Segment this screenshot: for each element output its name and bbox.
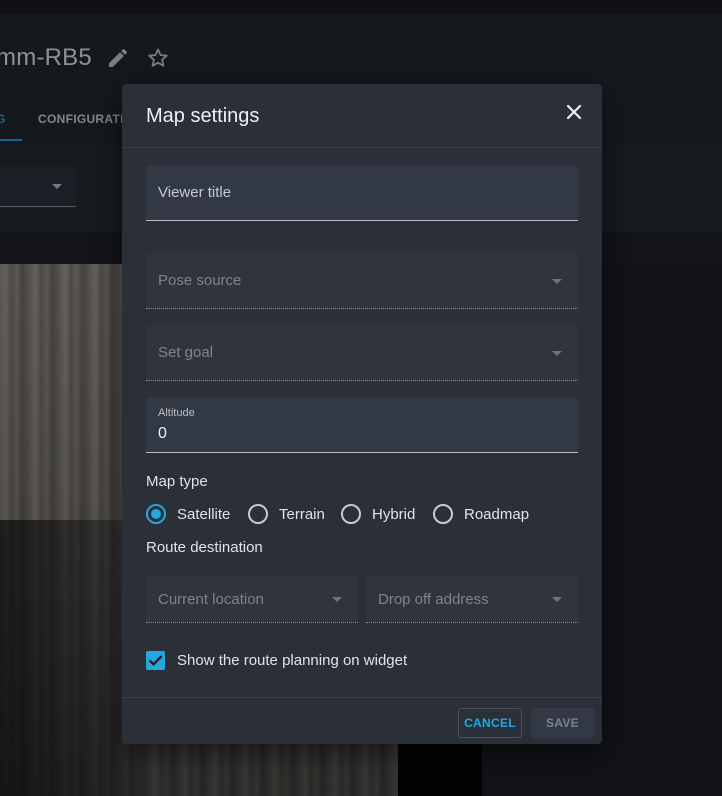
radio-checked-icon <box>146 504 166 524</box>
checkbox-checked-icon <box>146 650 165 670</box>
chevron-down-icon <box>552 279 562 284</box>
radio-hybrid-label: Hybrid <box>372 505 416 523</box>
radio-roadmap-label: Roadmap <box>464 505 530 523</box>
viewer-title-input[interactable]: Viewer title <box>146 165 578 221</box>
chevron-down-icon <box>552 351 562 356</box>
viewer-title-placeholder: Viewer title <box>158 184 232 201</box>
current-location-placeholder: Current location <box>158 591 264 608</box>
close-icon[interactable] <box>562 100 586 124</box>
chevron-down-icon <box>332 597 342 602</box>
radio-roadmap[interactable]: Roadmap <box>433 502 529 526</box>
chevron-down-icon <box>552 597 562 602</box>
current-location-select[interactable]: Current location <box>146 575 358 623</box>
radio-hybrid[interactable]: Hybrid <box>341 502 415 526</box>
radio-unchecked-icon <box>341 504 361 524</box>
map-type-label: Map type <box>146 473 208 490</box>
cancel-button[interactable]: CANCEL <box>458 708 522 738</box>
radio-unchecked-icon <box>433 504 453 524</box>
radio-satellite-label: Satellite <box>177 505 231 523</box>
save-button[interactable]: SAVE <box>531 708 594 738</box>
radio-satellite[interactable]: Satellite <box>146 502 230 526</box>
pose-source-select[interactable]: Pose source <box>146 253 578 309</box>
drop-off-address-select[interactable]: Drop off address <box>366 575 578 623</box>
checkmark-icon <box>148 655 163 665</box>
altitude-label: Altitude <box>158 407 195 419</box>
radio-terrain[interactable]: Terrain <box>248 502 325 526</box>
set-goal-placeholder: Set goal <box>158 344 214 361</box>
dialog-header: Map settings <box>122 84 602 148</box>
map-settings-dialog: Map settings Viewer title Pose source Se… <box>122 84 602 744</box>
dialog-title: Map settings <box>146 105 260 127</box>
show-route-label: Show the route planning on widget <box>177 651 408 669</box>
dialog-footer: CANCEL SAVE <box>122 697 602 744</box>
show-route-checkbox[interactable]: Show the route planning on widget <box>146 650 407 670</box>
radio-unchecked-icon <box>248 504 268 524</box>
route-destination-label: Route destination <box>146 539 263 556</box>
radio-terrain-label: Terrain <box>279 505 325 523</box>
set-goal-select[interactable]: Set goal <box>146 325 578 381</box>
pose-source-placeholder: Pose source <box>158 272 242 289</box>
altitude-input[interactable]: Altitude 0 <box>146 397 578 453</box>
drop-off-address-placeholder: Drop off address <box>378 591 489 608</box>
altitude-value: 0 <box>158 425 167 442</box>
